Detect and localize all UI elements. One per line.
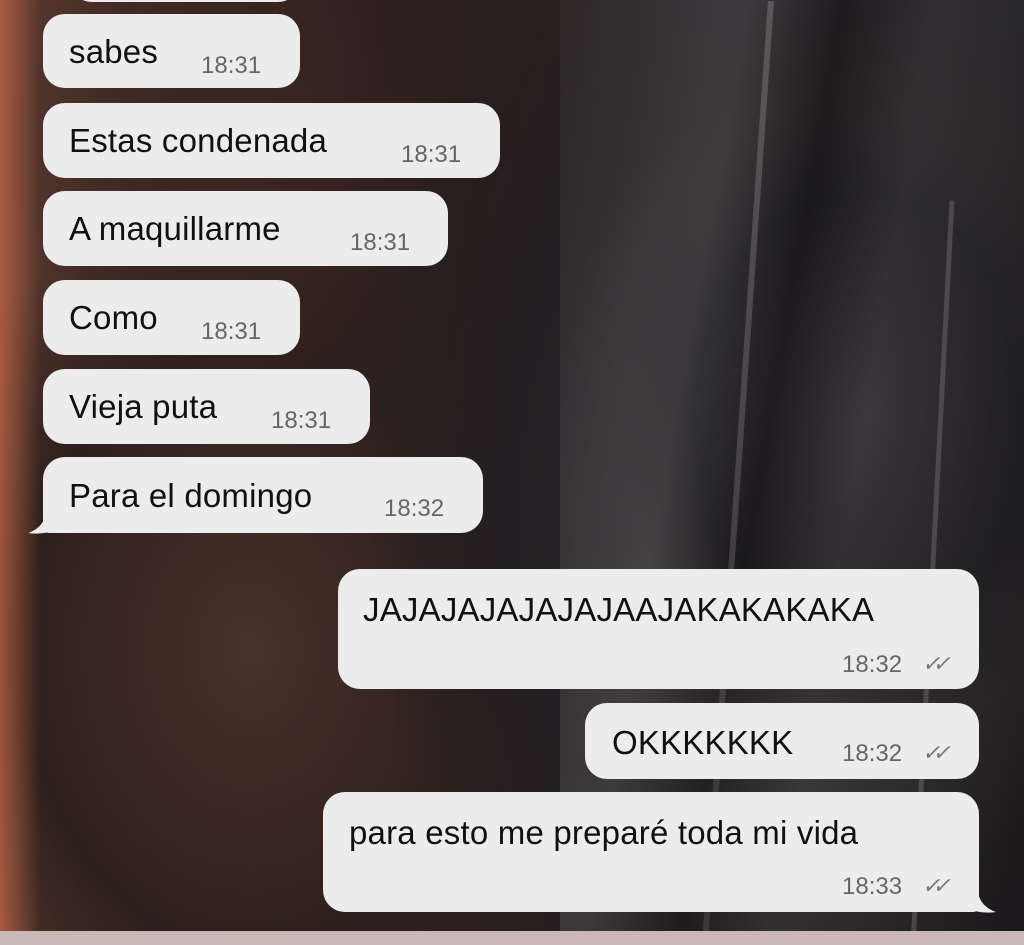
message-time: 18:31 [201, 52, 262, 79]
input-bar-edge [0, 931, 1024, 945]
message-time: 18:31 [401, 141, 462, 168]
message-time: 18:31 [201, 318, 262, 345]
bubble-tail-incoming [28, 505, 66, 534]
message-bubble-incoming[interactable]: Estas condenada 18:31 [43, 103, 500, 178]
message-bubble-outgoing[interactable]: para esto me preparé toda mi vida 18:33 … [323, 792, 979, 912]
message-time: 18:32 [842, 740, 903, 767]
message-bubble-incoming[interactable]: Para el domingo 18:32 [43, 457, 483, 533]
message-text: Para el domingo [69, 477, 313, 514]
message-bubble-outgoing[interactable]: OKKKKKKK 18:32 ✓✓ [585, 703, 979, 779]
message-time: 18:31 [271, 407, 332, 434]
message-text: A maquillarme [69, 210, 281, 247]
message-text: OKKKKKKK [612, 724, 794, 761]
message-text: Estas condenada [69, 122, 328, 159]
message-text: sabes [69, 33, 159, 70]
double-check-icon: ✓✓ [922, 651, 951, 676]
message-text: Como [69, 299, 158, 336]
message-bubble-incoming[interactable]: Como 18:31 [43, 280, 300, 355]
previous-message-bubble-edge [70, 0, 300, 2]
double-check-icon: ✓✓ [922, 873, 951, 898]
message-time: 18:32 [842, 651, 903, 678]
double-check-icon: ✓✓ [922, 740, 951, 765]
message-time: 18:33 [842, 873, 903, 900]
message-time: 18:32 [384, 495, 445, 522]
message-text: para esto me preparé toda mi vida [349, 814, 859, 851]
wallpaper-warm-edge [0, 0, 40, 945]
message-bubble-outgoing[interactable]: JAJAJAJAJAJAJAAJAKAKAKAKA 18:32 ✓✓ [338, 569, 979, 689]
message-text: Vieja puta [69, 388, 218, 425]
message-bubble-incoming[interactable]: A maquillarme 18:31 [43, 191, 448, 266]
message-text: JAJAJAJAJAJAJAAJAKAKAKAKA [363, 591, 875, 628]
message-bubble-incoming[interactable]: Vieja puta 18:31 [43, 369, 370, 444]
message-time: 18:31 [350, 229, 411, 256]
message-bubble-incoming[interactable]: sabes 18:31 [43, 14, 300, 88]
bubble-tail-outgoing [958, 884, 996, 913]
